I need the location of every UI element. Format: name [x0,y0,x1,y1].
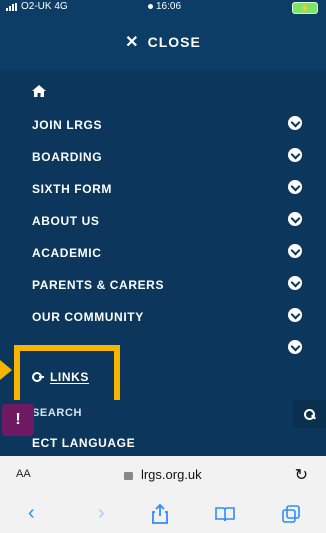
nav-item-label: ACADEMIC [32,246,102,260]
home-icon[interactable] [32,85,46,97]
alert-button[interactable]: ! [2,404,34,436]
clock: 16:06 [148,1,181,12]
chevron-down-icon[interactable] [288,340,302,354]
search-bar[interactable]: SEARCH [0,400,326,428]
highlight-box [14,345,120,407]
nav-item-boarding[interactable]: BOARDING [0,142,326,172]
select-language[interactable]: ECT LANGUAGE [0,428,326,456]
bookmarks-icon[interactable] [215,506,235,522]
nav-item-sixth-form[interactable]: SIXTH FORM [0,174,326,204]
chevron-down-icon[interactable] [288,180,302,194]
search-icon [304,408,315,420]
signal-icon [6,2,17,11]
lock-icon [124,471,134,480]
location-icon [148,4,153,9]
battery-icon: ⚡ [292,2,318,14]
time-label: 16:06 [156,1,182,12]
chevron-down-icon[interactable] [288,276,302,290]
status-bar: O2-UK 4G 16:06 ⚡ [0,0,326,14]
language-label: ECT LANGUAGE [32,436,136,450]
search-label: SEARCH [32,407,83,419]
carrier: O2-UK 4G [6,1,68,12]
tabs-icon[interactable] [282,505,300,523]
nav-item-label: PARENTS & CARERS [32,278,165,292]
reload-icon[interactable]: ↻ [295,465,308,485]
nav-item-label: SIXTH FORM [32,182,112,196]
search-button[interactable] [293,400,326,428]
chevron-down-icon[interactable] [288,148,302,162]
chevron-down-icon[interactable] [288,244,302,258]
pointer-arrow-icon [0,360,12,380]
forward-icon[interactable]: › [98,502,105,525]
close-icon: ✕ [125,34,140,51]
chevron-down-icon[interactable] [288,116,302,130]
back-icon[interactable]: ‹ [28,502,35,525]
nav-item-about-us[interactable]: ABOUT US [0,206,326,236]
nav-item-our-community[interactable]: OUR COMMUNITY [0,302,326,332]
share-icon[interactable] [151,504,169,524]
browser-toolbar: ‹ › [0,496,326,533]
url-text: lrgs.org.uk [140,467,202,482]
address-bar[interactable]: AA lrgs.org.uk ↻ [0,456,326,496]
nav-item-label: ABOUT US [32,214,100,228]
nav-item-label: JOIN LRGS [32,118,103,132]
nav-item-label: OUR COMMUNITY [32,310,144,324]
close-label: CLOSE [147,34,201,50]
nav-item-join-lrgs[interactable]: JOIN LRGS [0,110,326,140]
carrier-label: O2-UK 4G [21,1,68,12]
close-button[interactable]: ✕ CLOSE [0,14,326,70]
alert-icon: ! [15,411,21,428]
url-field[interactable]: lrgs.org.uk [0,467,326,482]
chevron-down-icon[interactable] [288,308,302,322]
chevron-down-icon[interactable] [288,212,302,226]
nav-item-academic[interactable]: ACADEMIC [0,238,326,268]
nav-item-parents-carers[interactable]: PARENTS & CARERS [0,270,326,300]
nav-item-label: BOARDING [32,150,103,164]
